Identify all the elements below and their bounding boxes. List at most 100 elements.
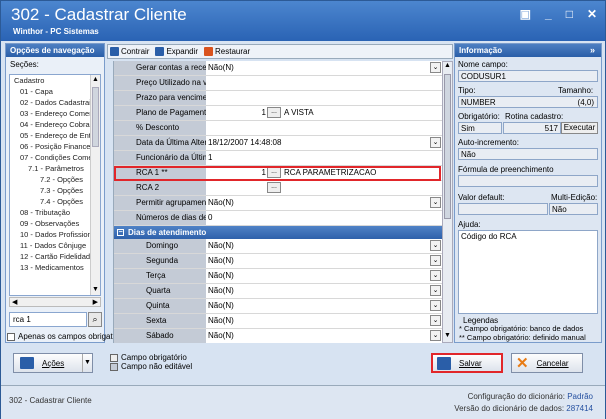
collapse-category-icon[interactable]: − [117, 229, 124, 236]
tree-item[interactable]: 10 - Dados Profissionais [10, 229, 100, 240]
checkbox-icon[interactable] [7, 332, 15, 341]
property-value[interactable]: Não(N) ⌄ [206, 239, 442, 253]
property-value[interactable]: 0 [206, 211, 442, 225]
scroll-up-icon[interactable]: ▲ [91, 75, 100, 85]
cancel-button[interactable]: ✕ Cancelar [511, 353, 583, 373]
tree-horizontal-scrollbar[interactable]: ◀ ▶ [9, 297, 101, 307]
multi-edit-label: Multi-Edição: [551, 193, 598, 202]
scroll-down-icon[interactable]: ▼ [443, 332, 452, 342]
chevron-down-icon[interactable]: ⌄ [430, 300, 441, 311]
property-row[interactable]: Plano de Pagamento 1... A VISTA [114, 106, 442, 121]
restore-icon[interactable]: ▣ [520, 7, 531, 21]
property-row[interactable]: Preço Utilizado na venda [114, 76, 442, 91]
collapse-button[interactable]: Contrair [110, 47, 149, 56]
tree-item[interactable]: 09 - Observações [10, 218, 100, 229]
tree-item[interactable]: 04 - Endereço Cobrança [10, 119, 100, 130]
actions-button[interactable]: Ações ▼ [13, 353, 93, 373]
day-row[interactable]: Sexta Não(N) ⌄ [114, 314, 442, 329]
day-row[interactable]: Segunda Não(N) ⌄ [114, 254, 442, 269]
maximize-icon[interactable]: □ [566, 7, 573, 21]
chevron-down-icon[interactable]: ⌄ [430, 285, 441, 296]
property-value[interactable]: ... [206, 181, 442, 195]
tree-item[interactable]: Cadastro [10, 75, 100, 86]
required-only-checkbox[interactable]: Apenas os campos obrigatórios [7, 332, 130, 341]
tree-item[interactable]: 03 - Endereço Comercial [10, 108, 100, 119]
chevron-down-icon[interactable]: ⌄ [430, 315, 441, 326]
property-value[interactable]: 1 [206, 151, 442, 165]
tree-item[interactable]: 08 - Tributação [10, 207, 100, 218]
tree-item[interactable]: 7.1 - Parâmetros [10, 163, 100, 174]
grid-scrollbar[interactable]: ▲ ▼ [442, 61, 453, 343]
minimize-icon[interactable]: _ [545, 7, 552, 21]
tree-item[interactable]: 7.4 - Opções [10, 196, 100, 207]
tree-item[interactable]: 06 - Posição Financeira [10, 141, 100, 152]
property-value[interactable]: Não(N) ⌄ [206, 284, 442, 298]
property-row[interactable]: RCA 1 ** 1... RCA PARAMETRIZACAO [114, 166, 442, 181]
day-row[interactable]: Quarta Não(N) ⌄ [114, 284, 442, 299]
tree-item[interactable]: 07 - Condições Comerciais [10, 152, 100, 163]
chevron-down-icon[interactable]: ⌄ [430, 137, 441, 148]
tree-item[interactable]: 02 - Dados Cadastrais [10, 97, 100, 108]
chevron-down-icon[interactable]: ⌄ [430, 240, 441, 251]
property-row[interactable]: % Desconto [114, 121, 442, 136]
property-value[interactable]: Não(N) ⌄ [206, 329, 442, 343]
scroll-thumb[interactable] [444, 74, 451, 219]
property-row[interactable]: RCA 2... [114, 181, 442, 196]
property-value[interactable]: Não(N) ⌄ [206, 299, 442, 313]
scroll-down-icon[interactable]: ▼ [91, 285, 100, 295]
routine-value: 517 [503, 122, 561, 134]
property-value[interactable]: Não(N) ⌄ [206, 269, 442, 283]
property-value[interactable]: 18/12/2007 14:48:08 ⌄ [206, 136, 442, 150]
property-row[interactable]: Permitir agrupamento Não(N) ⌄ [114, 196, 442, 211]
tree-item[interactable]: 12 - Cartão Fidelidade [10, 251, 100, 262]
chevron-down-icon[interactable]: ⌄ [430, 330, 441, 341]
scroll-right-icon[interactable]: ▶ [93, 298, 98, 306]
day-row[interactable]: Domingo Não(N) ⌄ [114, 239, 442, 254]
property-value[interactable] [206, 121, 442, 135]
chevron-down-icon[interactable]: ⌄ [430, 255, 441, 266]
execute-button[interactable]: Executar [561, 122, 598, 134]
scroll-thumb[interactable] [92, 87, 99, 147]
collapse-panel-icon[interactable]: » [590, 45, 595, 55]
day-row[interactable]: Quinta Não(N) ⌄ [114, 299, 442, 314]
chevron-down-icon[interactable]: ⌄ [430, 197, 441, 208]
day-row[interactable]: Sábado Não(N) ⌄ [114, 329, 442, 343]
property-row[interactable]: Gerar contas a receberNão(N) ⌄ [114, 61, 442, 76]
property-value[interactable] [206, 91, 442, 105]
scroll-up-icon[interactable]: ▲ [443, 62, 452, 72]
lookup-button[interactable]: ... [267, 107, 281, 118]
tree-scrollbar[interactable]: ▲ ▼ [90, 75, 100, 295]
tree-item[interactable]: 7.3 - Opções [10, 185, 100, 196]
chevron-down-icon[interactable]: ⌄ [430, 270, 441, 281]
chevron-down-icon[interactable]: ⌄ [430, 62, 441, 73]
tree-item[interactable]: 13 - Medicamentos [10, 262, 100, 273]
property-value[interactable] [206, 76, 442, 90]
tree-item[interactable]: 01 - Capa [10, 86, 100, 97]
expand-button[interactable]: Expandir [155, 47, 198, 56]
sections-tree[interactable]: Cadastro 01 - Capa 02 - Dados Cadastrais 03… [9, 74, 101, 296]
search-input[interactable]: rca 1 [9, 312, 87, 327]
tree-item[interactable]: 7.2 - Opções [10, 174, 100, 185]
property-row[interactable]: Data da Última Alteração18/12/2007 14:48… [114, 136, 442, 151]
property-value[interactable]: Não(N) ⌄ [206, 254, 442, 268]
day-row[interactable]: Terça Não(N) ⌄ [114, 269, 442, 284]
property-value[interactable]: Não(N) ⌄ [206, 314, 442, 328]
property-row[interactable]: Funcionário da Última1 [114, 151, 442, 166]
property-label: Preço Utilizado na venda [114, 76, 206, 90]
restore-button[interactable]: Restaurar [204, 47, 250, 56]
property-grid: Gerar contas a receberNão(N)⌄Preço Utili… [113, 61, 442, 343]
scroll-left-icon[interactable]: ◀ [12, 298, 17, 306]
close-icon[interactable]: ✕ [587, 7, 597, 21]
tree-item[interactable]: 11 - Dados Cônjuge [10, 240, 100, 251]
category-row[interactable]: − Dias de atendimento [114, 226, 442, 239]
property-row[interactable]: Números de dias de 0 [114, 211, 442, 226]
lookup-button[interactable]: ... [267, 182, 281, 193]
tree-item[interactable]: 05 - Endereço de Entrega [10, 130, 100, 141]
chevron-down-icon[interactable]: ▼ [82, 354, 92, 372]
property-value[interactable]: Não(N) ⌄ [206, 61, 442, 75]
property-value[interactable]: 1... A VISTA [206, 106, 442, 120]
property-value[interactable]: Não(N) ⌄ [206, 196, 442, 210]
search-button[interactable]: ⌕ [88, 312, 102, 327]
save-button[interactable]: Salvar [431, 353, 503, 373]
property-row[interactable]: Prazo para vencimento [114, 91, 442, 106]
